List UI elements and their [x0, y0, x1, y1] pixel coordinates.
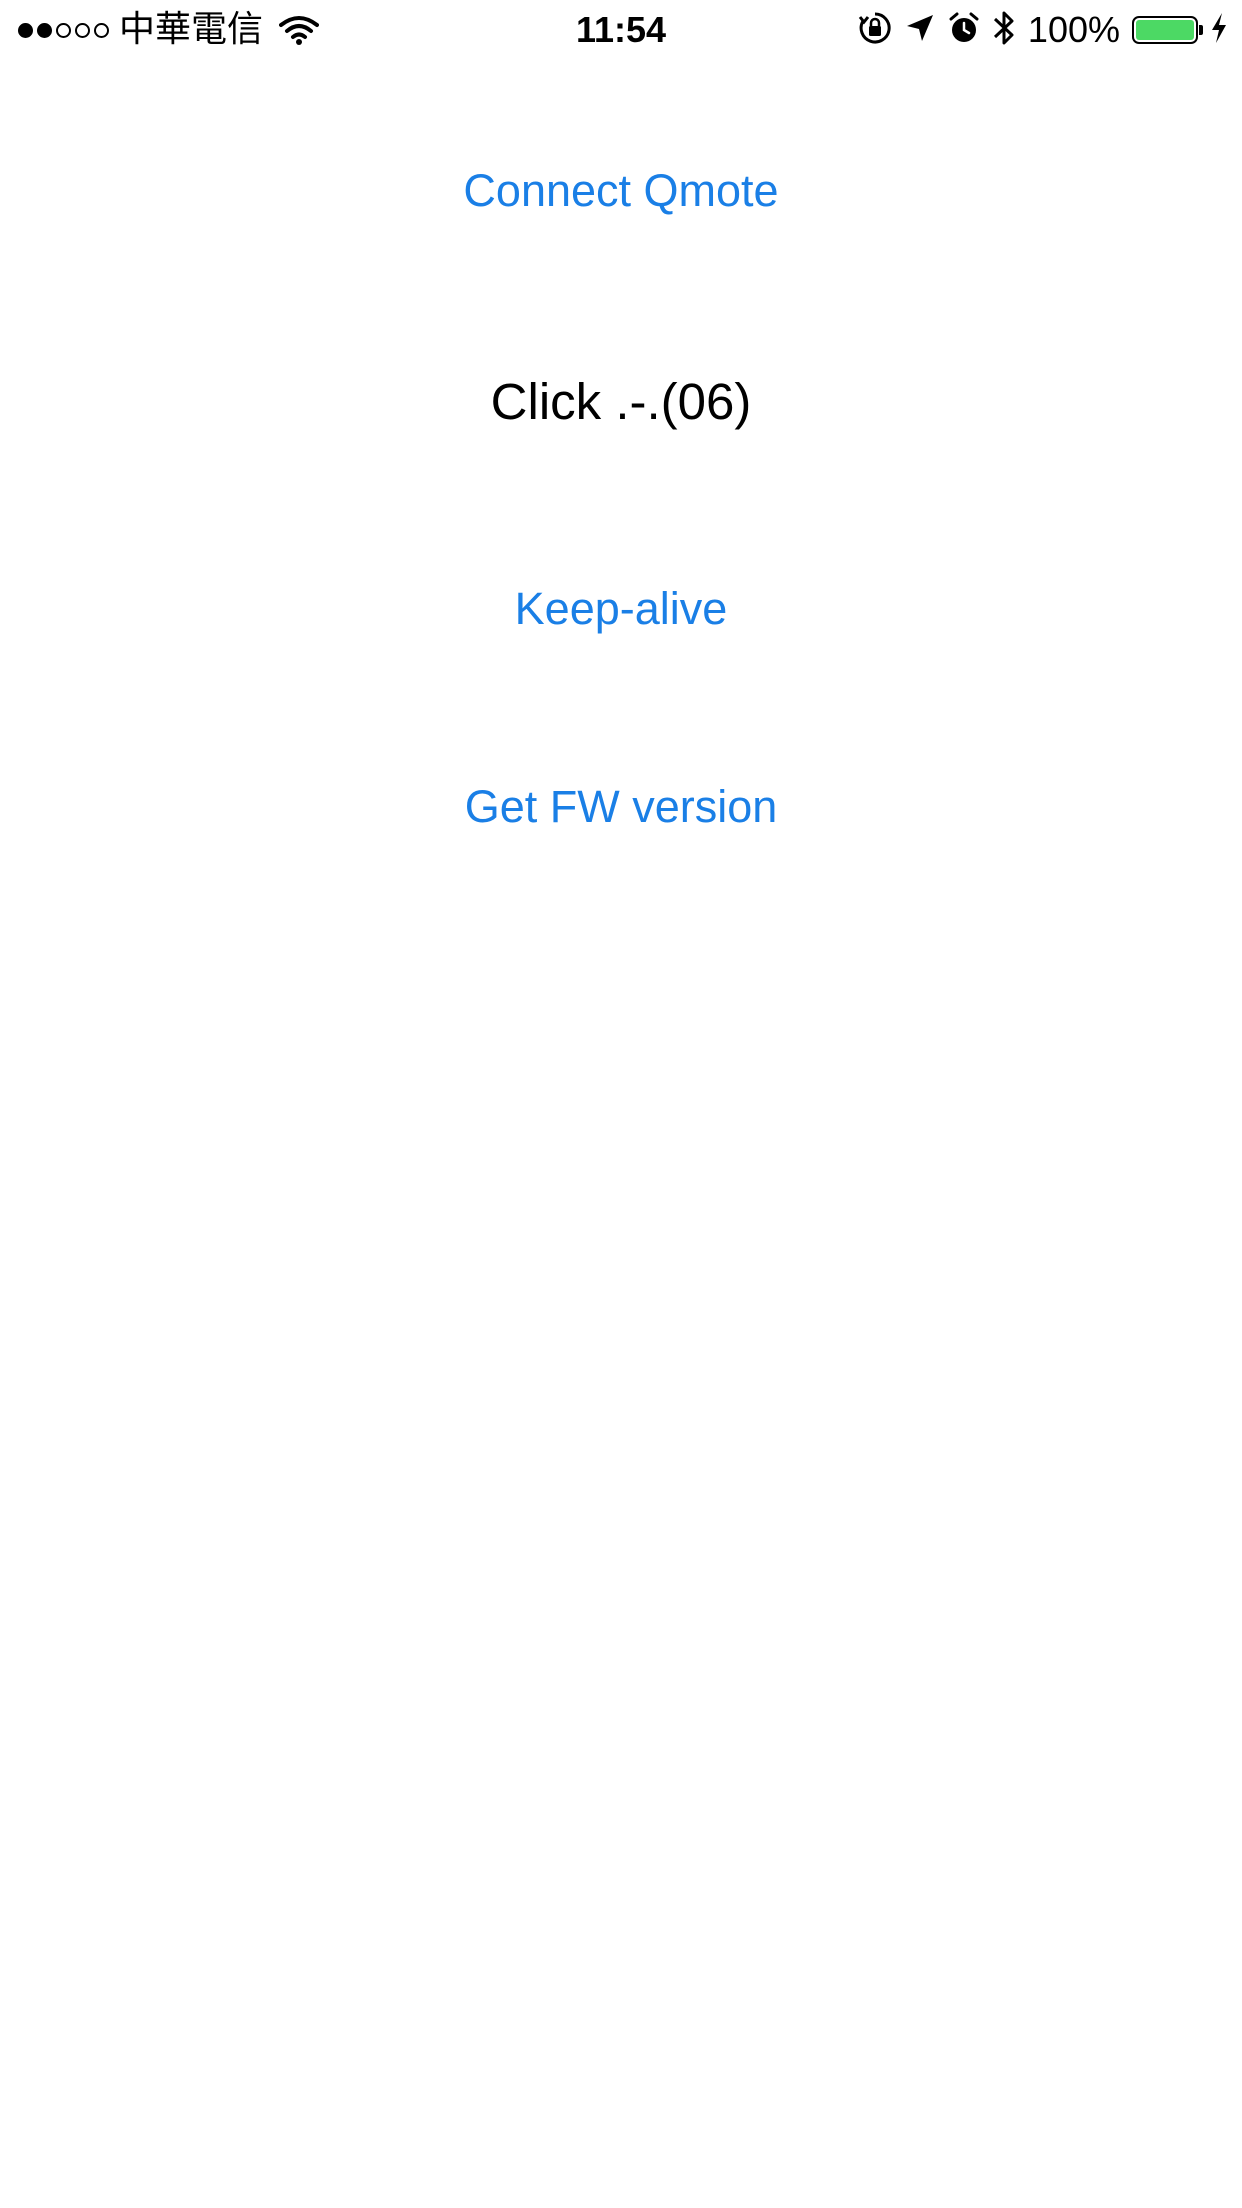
rotation-lock-icon — [858, 11, 892, 50]
keep-alive-button[interactable]: Keep-alive — [515, 583, 728, 634]
signal-dot — [18, 22, 33, 38]
keep-alive-row: Keep-alive — [0, 583, 1242, 635]
app-screen: 中華電信 11:54 100% Connect Qmote Click .-.(… — [0, 0, 1242, 2208]
get-fw-version-row: Get FW version — [0, 781, 1242, 833]
status-time: 11:54 — [575, 9, 667, 50]
signal-dot — [56, 22, 71, 38]
battery-icon — [1132, 16, 1203, 44]
status-bar-right: 100% — [858, 6, 1228, 54]
battery-percentage: 100% — [1027, 9, 1120, 50]
battery-level-fill — [1136, 20, 1194, 40]
connect-qmote-row: Connect Qmote — [0, 165, 1242, 217]
signal-strength-icon — [18, 22, 109, 38]
click-status-label: Click .-.(06) — [490, 373, 752, 430]
signal-dot — [75, 22, 90, 38]
charging-bolt-icon — [1210, 12, 1228, 49]
signal-dot — [94, 22, 109, 38]
get-fw-version-button[interactable]: Get FW version — [465, 781, 778, 832]
connect-qmote-button[interactable]: Connect Qmote — [463, 165, 778, 216]
carrier-name: 中華電信 — [119, 9, 264, 50]
alarm-icon — [948, 11, 980, 50]
location-arrow-icon — [904, 12, 936, 49]
signal-dot — [37, 22, 52, 38]
wifi-icon — [279, 15, 320, 45]
status-bar-left: 中華電信 — [18, 6, 320, 54]
bluetooth-icon — [992, 9, 1016, 52]
status-bar: 中華電信 11:54 100% — [0, 0, 1242, 60]
